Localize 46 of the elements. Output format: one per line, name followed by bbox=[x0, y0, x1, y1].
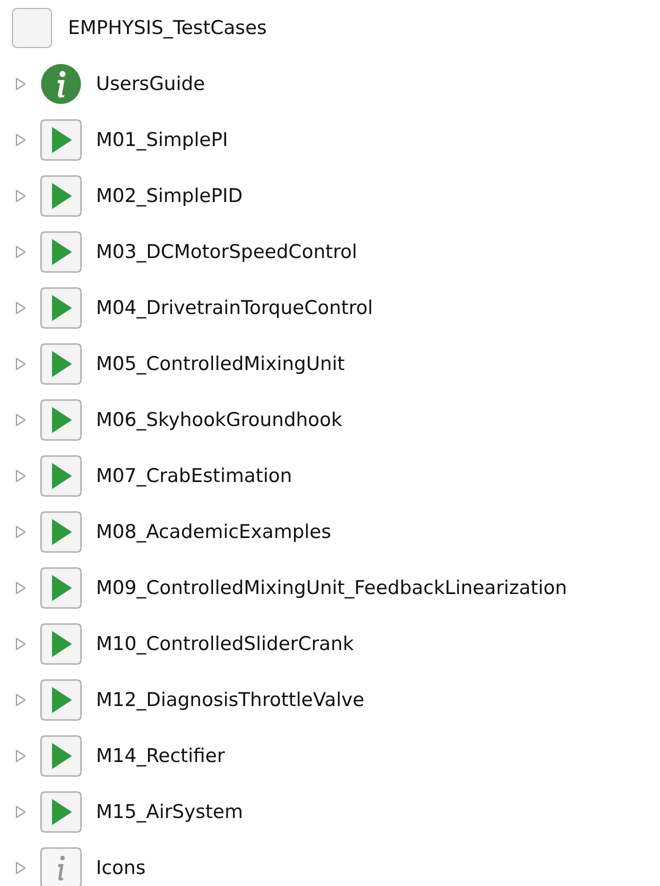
tree-item-label[interactable]: Icons bbox=[96, 857, 146, 879]
play-icon bbox=[40, 567, 82, 609]
package-icon bbox=[12, 8, 52, 48]
play-icon bbox=[40, 735, 82, 777]
tree-item-label[interactable]: M09_ControlledMixingUnit_FeedbackLinearization bbox=[96, 577, 568, 599]
tree-item-label[interactable]: M01_SimplePI bbox=[96, 129, 228, 151]
tree-item-label[interactable]: M06_SkyhookGroundhook bbox=[96, 409, 342, 431]
info-icon bbox=[40, 63, 82, 105]
play-icon bbox=[40, 623, 82, 665]
expand-icon[interactable] bbox=[15, 245, 27, 259]
tree-item-label[interactable]: M14_Rectifier bbox=[96, 745, 225, 767]
tree-item-label[interactable]: M08_AcademicExamples bbox=[96, 521, 332, 543]
tree-item-label[interactable]: M15_AirSystem bbox=[96, 801, 244, 823]
play-icon bbox=[40, 287, 82, 329]
tree-item-label[interactable]: M02_SimplePID bbox=[96, 185, 243, 207]
expand-icon[interactable] bbox=[15, 301, 27, 315]
expand-icon[interactable] bbox=[15, 357, 27, 371]
expand-icon[interactable] bbox=[15, 189, 27, 203]
play-icon bbox=[40, 455, 82, 497]
tree-item-label[interactable]: M04_DrivetrainTorqueControl bbox=[96, 297, 373, 319]
tree-item-label[interactable]: UsersGuide bbox=[96, 73, 205, 95]
tree-item-label[interactable]: M03_DCMotorSpeedControl bbox=[96, 241, 358, 263]
tree-item-label[interactable]: M10_ControlledSliderCrank bbox=[96, 633, 354, 655]
expand-icon[interactable] bbox=[15, 581, 27, 595]
expand-icon[interactable] bbox=[15, 413, 27, 427]
play-icon bbox=[40, 343, 82, 385]
expand-icon[interactable] bbox=[15, 133, 27, 147]
play-icon bbox=[40, 791, 82, 833]
tree-item-label[interactable]: EMPHYSIS_TestCases bbox=[68, 17, 267, 39]
tree-item-label[interactable]: M05_ControlledMixingUnit bbox=[96, 353, 345, 375]
play-icon bbox=[40, 175, 82, 217]
expand-icon[interactable] bbox=[15, 469, 27, 483]
expand-icon[interactable] bbox=[15, 525, 27, 539]
expand-icon[interactable] bbox=[15, 805, 27, 819]
expand-icon[interactable] bbox=[15, 637, 27, 651]
expand-icon[interactable] bbox=[15, 749, 27, 763]
expand-icon[interactable] bbox=[15, 861, 27, 875]
expand-icon[interactable] bbox=[15, 77, 27, 91]
play-icon bbox=[40, 679, 82, 721]
expand-icon[interactable] bbox=[15, 693, 27, 707]
tree-item-label[interactable]: M12_DiagnosisThrottleValve bbox=[96, 689, 364, 711]
play-icon bbox=[40, 511, 82, 553]
play-icon bbox=[40, 231, 82, 273]
play-icon bbox=[40, 399, 82, 441]
play-icon bbox=[40, 119, 82, 161]
tree-item-label[interactable]: M07_CrabEstimation bbox=[96, 465, 292, 487]
